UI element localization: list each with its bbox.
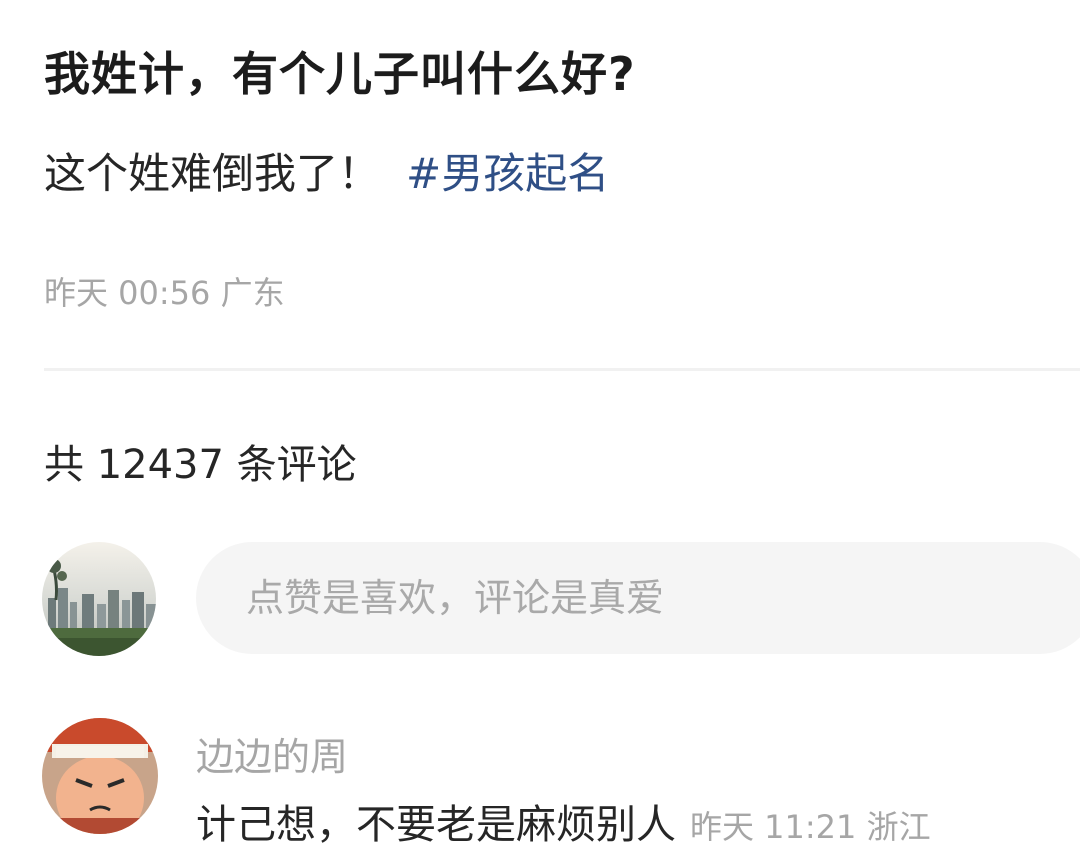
divider [44,368,1080,371]
hashtag-link[interactable]: #男孩起名 [406,149,609,198]
comment-text: 计己想，不要老是麻烦别人 [196,802,676,848]
commenter-avatar[interactable] [42,718,158,834]
post-meta: 昨天 00:56 广东 [44,274,285,312]
comment-line: 计己想，不要老是麻烦别人 昨天 11:21 浙江 [196,792,931,850]
comment-count: 共 12437 条评论 [44,442,357,488]
cartoon-face-avatar-image [42,718,158,834]
comment-input[interactable] [196,542,1080,654]
post-body-text: 这个姓难倒我了！ [44,149,381,198]
post-title: 我姓计，有个儿子叫什么好? [44,47,636,101]
landscape-avatar-image [42,542,156,656]
comment-meta: 昨天 11:21 浙江 [690,808,931,846]
my-avatar[interactable] [42,542,156,656]
comment-item: 边边的周 计己想，不要老是麻烦别人 昨天 11:21 浙江 [0,712,1080,868]
post-body: 这个姓难倒我了！ #男孩起名 [44,140,609,201]
commenter-name[interactable]: 边边的周 [196,726,348,781]
